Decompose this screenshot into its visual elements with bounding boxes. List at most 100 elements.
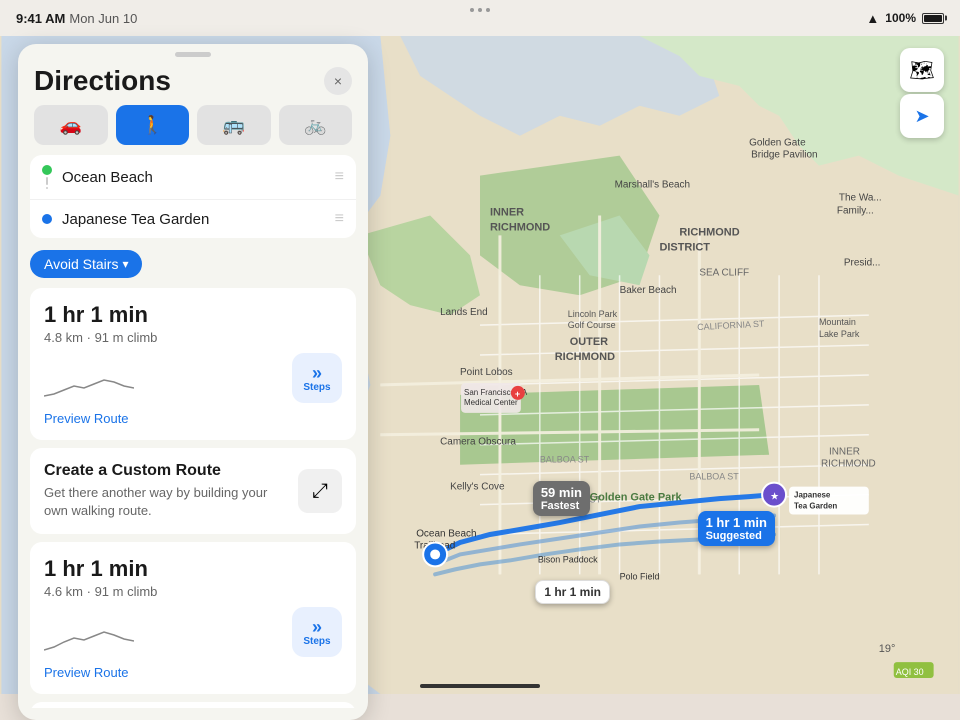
route-2-time: 1 hr 1 min [44, 556, 342, 582]
elevation-chart-2 [44, 622, 134, 652]
route-2-steps-button[interactable]: » Steps [292, 607, 342, 657]
avoid-stairs-chevron: ▾ [122, 257, 128, 271]
cycle-mode-button[interactable]: 🚲 [279, 105, 353, 145]
fastest-label: Fastest [541, 500, 582, 512]
sidebar-title: Directions [34, 65, 171, 97]
alt-time: 1 hr 1 min [544, 585, 601, 599]
sidebar-header: Directions × [18, 61, 368, 105]
svg-text:Point Lobos: Point Lobos [460, 367, 513, 378]
svg-text:Family...: Family... [837, 205, 874, 216]
location-icon: ➤ [914, 106, 929, 127]
origin-reorder-icon[interactable]: ≡ [335, 168, 344, 186]
battery-icon [922, 13, 944, 24]
svg-text:SEA CLIFF: SEA CLIFF [699, 267, 749, 278]
custom-route-title: Create a Custom Route [44, 462, 286, 480]
sidebar-handle [175, 52, 211, 57]
svg-text:RICHMOND: RICHMOND [555, 351, 615, 363]
status-right: ▲ 100% [866, 11, 944, 26]
battery-percent: 100% [885, 11, 916, 25]
svg-text:Bison Paddock: Bison Paddock [538, 554, 598, 564]
route-1-steps-label: Steps [303, 382, 330, 393]
custom-route-description: Get there another way by building your o… [44, 484, 286, 520]
location-button[interactable]: ➤ [900, 94, 944, 138]
top-dots [470, 8, 490, 12]
status-date: Mon Jun 10 [69, 11, 137, 26]
custom-route-card[interactable]: Create a Custom Route Get there another … [30, 448, 356, 534]
svg-text:RICHMOND: RICHMOND [821, 459, 876, 470]
svg-text:Ocean Beach: Ocean Beach [416, 528, 476, 539]
suggested-time: 1 hr 1 min [706, 515, 767, 530]
svg-text:Golden Gate Park: Golden Gate Park [590, 492, 683, 504]
top-dot-3 [486, 8, 490, 12]
steps-1-chevron-icon: » [312, 364, 322, 382]
transit-mode-button[interactable]: 🚌 [197, 105, 271, 145]
destination-dot [42, 214, 52, 224]
home-indicator [420, 684, 540, 688]
sidebar-panel: Directions × 🚗 🚶 🚌 🚲 Ocean Beach ≡ [18, 44, 368, 720]
svg-text:Lincoln Park: Lincoln Park [568, 309, 618, 319]
alt-callout[interactable]: 1 hr 1 min [535, 580, 610, 604]
filter-row: Avoid Stairs ▾ [18, 248, 368, 288]
drive-mode-button[interactable]: 🚗 [34, 105, 108, 145]
route-card-3[interactable]: 59 min 4.6 km · 91 m climb » Steps [30, 702, 356, 708]
drive-icon: 🚗 [60, 115, 82, 136]
origin-row: Ocean Beach ≡ [30, 155, 356, 199]
svg-text:Kelly's Cove: Kelly's Cove [450, 482, 505, 493]
steps-2-chevron-icon: » [312, 618, 322, 636]
route-2-steps-label: Steps [303, 636, 330, 647]
svg-text:INNER: INNER [829, 447, 860, 458]
suggested-callout[interactable]: 1 hr 1 min Suggested [698, 511, 775, 546]
status-time: 9:41 AM [16, 11, 65, 26]
route-card-2[interactable]: 1 hr 1 min 4.6 km · 91 m climb » Steps P… [30, 542, 356, 694]
route-card-1[interactable]: 1 hr 1 min 4.8 km · 91 m climb » Steps P… [30, 288, 356, 440]
svg-text:Marshall's Beach: Marshall's Beach [615, 180, 690, 191]
routes-list: 1 hr 1 min 4.8 km · 91 m climb » Steps P… [18, 288, 368, 708]
close-button[interactable]: × [324, 67, 352, 95]
destination-row: Japanese Tea Garden ≡ [30, 199, 356, 238]
route-2-row: » Steps [44, 607, 342, 657]
walk-mode-button[interactable]: 🚶 [116, 105, 190, 145]
route-2-preview-link[interactable]: Preview Route [44, 665, 342, 680]
origin-label[interactable]: Ocean Beach [62, 169, 325, 186]
location-inputs: Ocean Beach ≡ Japanese Tea Garden ≡ [30, 155, 356, 238]
route-2-elevation [44, 622, 134, 657]
svg-text:OUTER: OUTER [570, 336, 608, 348]
route-1-row: » Steps [44, 353, 342, 403]
map-icon: 🗺 [909, 58, 934, 83]
transit-icon: 🚌 [223, 115, 245, 136]
fastest-time: 59 min [541, 485, 582, 500]
status-bar: 9:41 AM Mon Jun 10 ▲ 100% [0, 0, 960, 36]
route-1-steps-button[interactable]: » Steps [292, 353, 342, 403]
destination-label[interactable]: Japanese Tea Garden [62, 211, 325, 228]
fastest-callout[interactable]: 59 min Fastest [533, 481, 590, 516]
custom-route-symbol: ⤢ [312, 480, 328, 503]
svg-text:BALBOA ST: BALBOA ST [689, 472, 739, 482]
destination-reorder-icon[interactable]: ≡ [335, 210, 344, 228]
svg-text:RICHMOND: RICHMOND [679, 226, 739, 238]
svg-text:INNER: INNER [490, 206, 524, 218]
svg-text:Medical Center: Medical Center [464, 398, 518, 407]
svg-text:Golf Course: Golf Course [568, 320, 616, 330]
origin-dot [42, 165, 52, 175]
svg-text:Baker Beach: Baker Beach [620, 285, 677, 296]
custom-route-icon: ⤢ [298, 469, 342, 513]
svg-text:Polo Field: Polo Field [620, 571, 660, 581]
svg-text:Bridge Pavilion: Bridge Pavilion [751, 150, 817, 161]
svg-text:Presid...: Presid... [844, 257, 881, 268]
transport-mode-row: 🚗 🚶 🚌 🚲 [18, 105, 368, 155]
svg-text:Lands End: Lands End [440, 307, 488, 318]
map-btn-group: 🗺 ➤ [900, 48, 944, 138]
svg-text:+: + [515, 389, 520, 399]
elevation-chart-1 [44, 368, 134, 398]
suggested-label: Suggested [706, 530, 767, 542]
svg-text:BALBOA ST: BALBOA ST [540, 455, 590, 465]
top-dot-2 [478, 8, 482, 12]
route-1-preview-link[interactable]: Preview Route [44, 411, 342, 426]
map-type-button[interactable]: 🗺 [900, 48, 944, 92]
avoid-stairs-button[interactable]: Avoid Stairs ▾ [30, 250, 142, 278]
route-1-time: 1 hr 1 min [44, 302, 342, 328]
svg-text:Golden Gate: Golden Gate [749, 138, 806, 149]
avoid-stairs-label: Avoid Stairs [44, 256, 118, 272]
svg-text:DISTRICT: DISTRICT [659, 241, 710, 253]
custom-route-text: Create a Custom Route Get there another … [44, 462, 286, 520]
